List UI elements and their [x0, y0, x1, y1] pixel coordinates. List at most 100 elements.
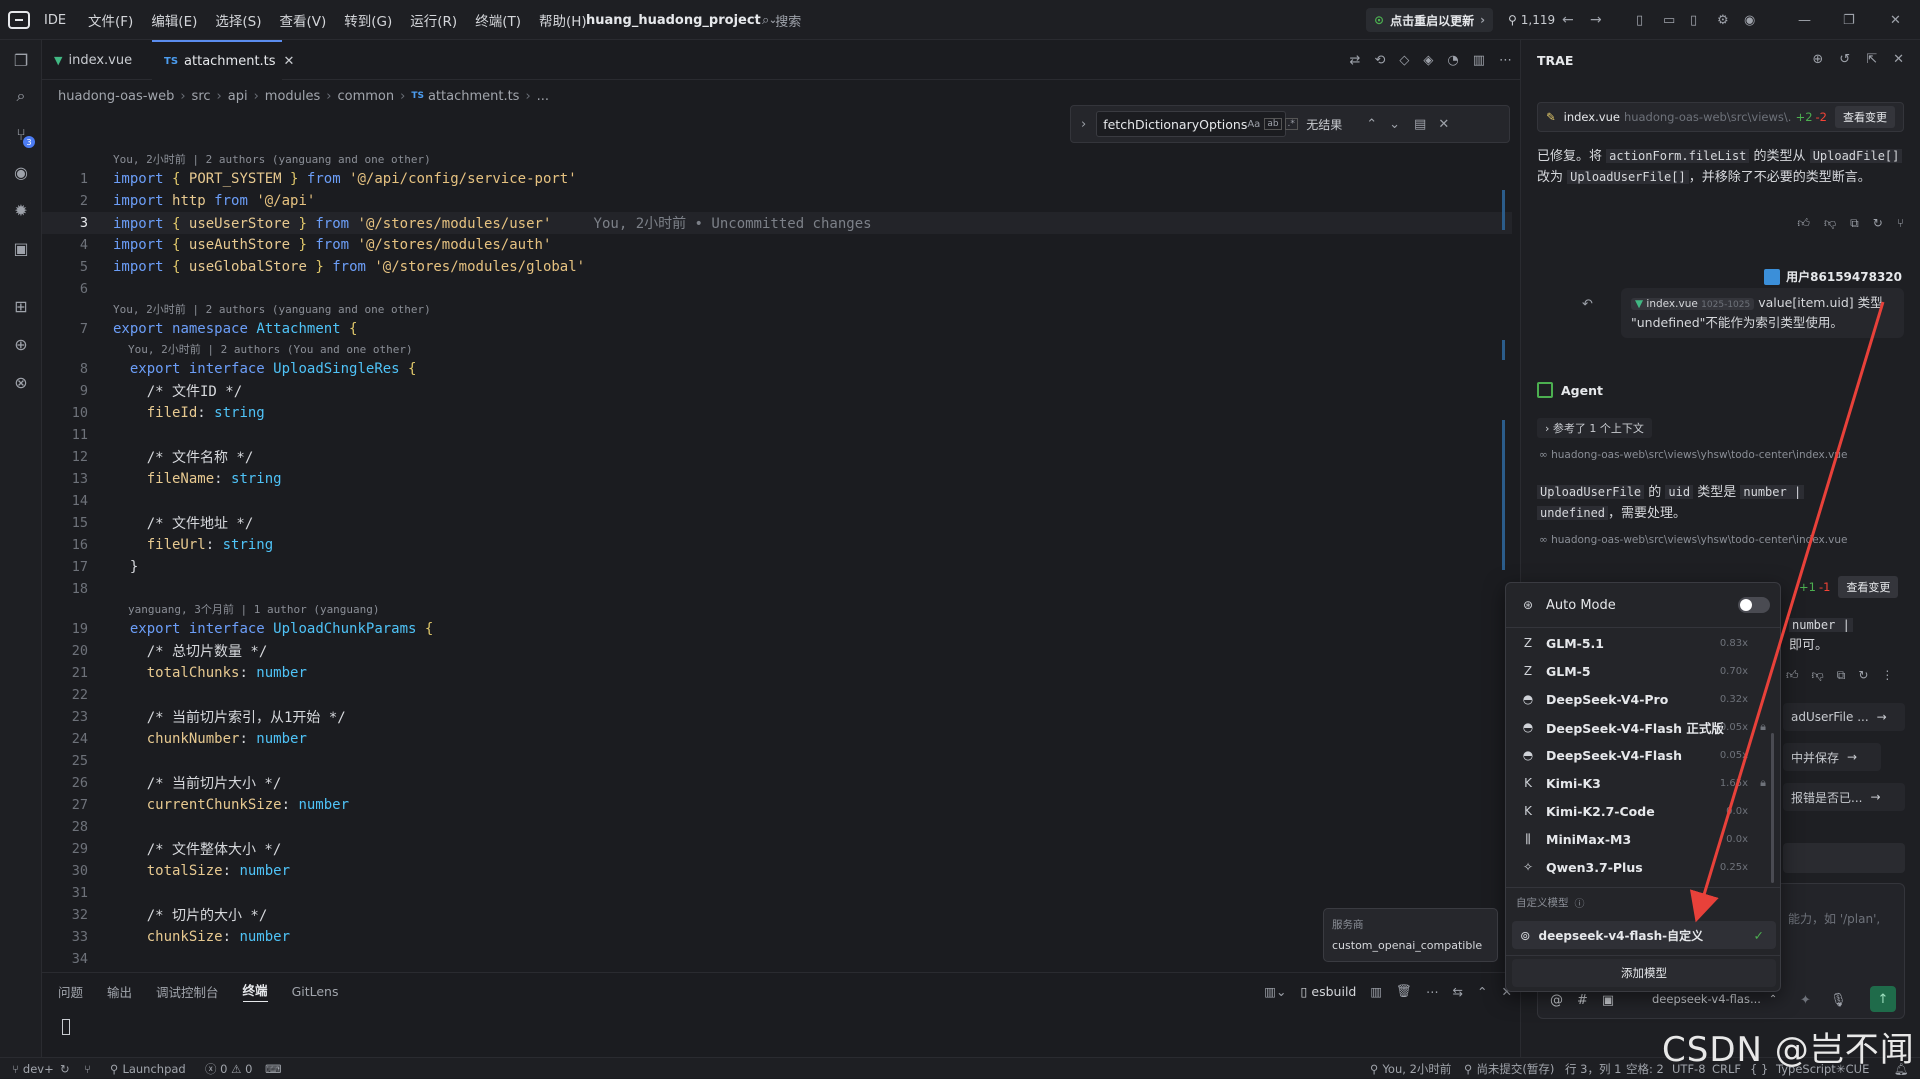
toggle-auxbar-button[interactable]: ▯ [1690, 0, 1697, 40]
thumbs-down-icon[interactable]: 👎︎ [1812, 668, 1824, 683]
retry-icon[interactable]: ↻ [1858, 668, 1868, 683]
extensions-button[interactable]: ⊞ [9, 294, 33, 318]
settings-button[interactable]: ⚙ [1717, 0, 1729, 40]
sync-icon[interactable]: ⇆ [1453, 984, 1463, 999]
source-control-button[interactable]: ⑂ 3 [9, 122, 35, 148]
branch-icon[interactable]: ⑂ [1897, 216, 1904, 231]
panel-tab-gitlens[interactable]: GitLens [292, 984, 339, 999]
breadcrumb-item[interactable]: src [192, 89, 211, 104]
auto-mode-toggle[interactable] [1738, 597, 1770, 613]
minimize-button[interactable]: — [1798, 0, 1811, 40]
breadcrumb-item[interactable]: ... [537, 89, 549, 104]
dropdown-scrollbar[interactable] [1771, 733, 1774, 883]
model-option[interactable]: ⫼ MiniMax-M3 0.0x [1506, 825, 1774, 853]
queued-item[interactable] [1783, 843, 1905, 873]
model-option[interactable]: ◓ DeepSeek-V4-Pro 0.32x [1506, 685, 1774, 713]
more-icon[interactable]: ⋯ [1499, 53, 1512, 68]
web-button[interactable]: ⊗ [9, 370, 33, 394]
model-option[interactable]: Z GLM-5.1 0.83x [1506, 629, 1774, 657]
project-selector[interactable]: huang_huadong_project ⌄ [586, 0, 777, 40]
split-editor-icon[interactable]: ▥ [1473, 53, 1485, 68]
gitlens-button[interactable]: ⊕ [9, 332, 33, 356]
more-icon[interactable]: ⋯ [1426, 984, 1439, 999]
send-button[interactable]: ↑ [1870, 986, 1896, 1012]
nav-forward-button[interactable]: → [1590, 0, 1602, 40]
menu-selection[interactable]: 选择(S) [215, 10, 261, 30]
gitlens-icon[interactable]: ⟲ [1374, 53, 1385, 68]
thumbs-down-icon[interactable]: 👎︎ [1824, 216, 1836, 231]
timeline-icon[interactable]: ◔ [1447, 53, 1458, 68]
app-logo[interactable] [8, 0, 30, 40]
suggestion-chip[interactable]: 报错是否已... → [1783, 783, 1905, 811]
tab-index-vue[interactable]: ▼ index.vue [42, 40, 150, 80]
more-icon[interactable]: ⋮ [1881, 668, 1893, 683]
open-external-icon[interactable]: ⇱ [1866, 52, 1877, 67]
branch-indicator[interactable]: ⑂ dev+ [12, 1058, 54, 1079]
indent-setting[interactable]: 空格: 2 [1626, 1058, 1664, 1079]
prev-match-icon[interactable]: ⌃ [1366, 117, 1377, 132]
breadcrumb-item[interactable]: api [228, 89, 248, 104]
history-icon[interactable]: ↺ [1839, 52, 1850, 67]
close-window-button[interactable]: ✕ [1890, 0, 1901, 40]
menu-run[interactable]: 运行(R) [410, 10, 457, 30]
thumbs-up-icon[interactable]: 👍︎ [1797, 216, 1810, 231]
compare-icon[interactable]: ⇄ [1350, 53, 1361, 68]
file-change-chip[interactable]: ✎ index.vue huadong-oas-web\src\views\..… [1537, 102, 1904, 132]
split-icon[interactable]: ▥ [1370, 984, 1382, 999]
update-button[interactable]: ⊙ 点击重启以更新 › [1366, 8, 1494, 32]
model-option[interactable]: Z GLM-5 0.70x [1506, 657, 1774, 685]
commit-counter[interactable]: ⚲ 1,119 [1508, 0, 1555, 40]
cursor-position[interactable]: 行 3，列 1 [1565, 1058, 1621, 1079]
panel-tab-debug-console[interactable]: 调试控制台 [156, 982, 219, 1001]
match-case-toggle[interactable]: Aa [1247, 119, 1260, 130]
menu-goto[interactable]: 转到(G) [344, 10, 392, 30]
keyboard-icon[interactable]: ⌨ [265, 1058, 282, 1079]
next-match-icon[interactable]: ⌄ [1389, 117, 1400, 132]
suggestion-chip[interactable]: adUserFile ... → [1783, 703, 1905, 731]
context-toggle[interactable]: › 参考了 1 个上下文 [1537, 418, 1652, 438]
hash-icon[interactable]: # [1577, 993, 1588, 1008]
microphone-icon[interactable]: 🎙︎ [1830, 993, 1847, 1008]
split-terminal-icon[interactable]: ▥⌄ [1264, 984, 1286, 999]
find-input[interactable]: fetchDictionaryOptions Aa ab .* [1096, 111, 1298, 137]
search-view-button[interactable]: ⌕ [9, 84, 33, 108]
preview-button[interactable]: ◉ [9, 160, 33, 184]
view-changes-button[interactable]: 查看变更 [1835, 106, 1895, 128]
menu-file[interactable]: 文件(F) [88, 10, 133, 30]
breadcrumb-item[interactable]: common [337, 89, 394, 104]
debug-button[interactable]: ✹ [9, 198, 33, 222]
model-option[interactable]: ◓ DeepSeek-V4-Flash 正式版 0.05x 🔒︎ [1506, 713, 1774, 741]
panel-tab-output[interactable]: 输出 [107, 982, 132, 1001]
file-change-chip-2[interactable]: +1 -1 查看变更 [1799, 576, 1899, 598]
model-option[interactable]: K Kimi-K2.7-Code 0.0x [1506, 797, 1774, 825]
file-ref-chip[interactable]: ▼ index.vue 1025-1025 [1631, 298, 1755, 310]
prev-change-icon[interactable]: ◇ [1399, 53, 1409, 68]
auto-mode-row[interactable]: ⊛ Auto Mode [1506, 589, 1774, 621]
blame-status[interactable]: ⚲ You, 2小时前 [1370, 1058, 1451, 1079]
suggestion-chip[interactable]: 中并保存 → [1783, 743, 1881, 771]
terminal-selector[interactable]: ▯ esbuild [1301, 984, 1357, 999]
breadcrumb-item[interactable]: attachment.ts [428, 89, 520, 104]
copy-icon[interactable]: ⧉ [1837, 668, 1846, 683]
whole-word-icon[interactable]: ab [1264, 118, 1282, 130]
next-change-icon[interactable]: ◈ [1423, 53, 1433, 68]
blame-annotation[interactable]: You, 2小时前 | 2 authors (yanguang and one … [113, 300, 431, 318]
trash-icon[interactable]: 🗑 [1396, 983, 1412, 999]
uncommitted-status[interactable]: ⚲ 尚未提交(暂存) [1464, 1058, 1554, 1079]
nav-back-button[interactable]: ← [1562, 0, 1574, 40]
restore-button[interactable]: ❐ [1843, 0, 1855, 40]
toggle-replace-icon[interactable]: › [1081, 117, 1086, 132]
file-reference[interactable]: ∞ huadong-oas-web\src\views\yhsw\todo-ce… [1539, 449, 1847, 461]
close-icon[interactable]: ✕ [284, 54, 295, 69]
menu-terminal[interactable]: 终端(T) [475, 10, 521, 30]
undo-icon[interactable]: ↶ [1582, 297, 1593, 312]
model-option[interactable]: K Kimi-K3 1.65x 🔒︎ [1506, 769, 1774, 797]
blame-annotation[interactable]: You, 2小时前 | 2 authors (yanguang and one … [113, 150, 431, 168]
add-model-button[interactable]: 添加模型 [1512, 959, 1776, 987]
inline-blame[interactable]: You, 2小时前 • Uncommitted changes [594, 216, 872, 232]
blame-annotation[interactable]: You, 2小时前 | 2 authors (You and one other… [128, 340, 413, 358]
toggle-panel-button[interactable]: ▭ [1663, 0, 1675, 40]
blame-annotation[interactable]: yanguang, 3个月前 | 1 author (yanguang) [128, 600, 380, 618]
new-chat-icon[interactable]: ⊕ [1812, 52, 1823, 67]
chevron-up-icon[interactable]: ⌃ [1477, 984, 1487, 999]
